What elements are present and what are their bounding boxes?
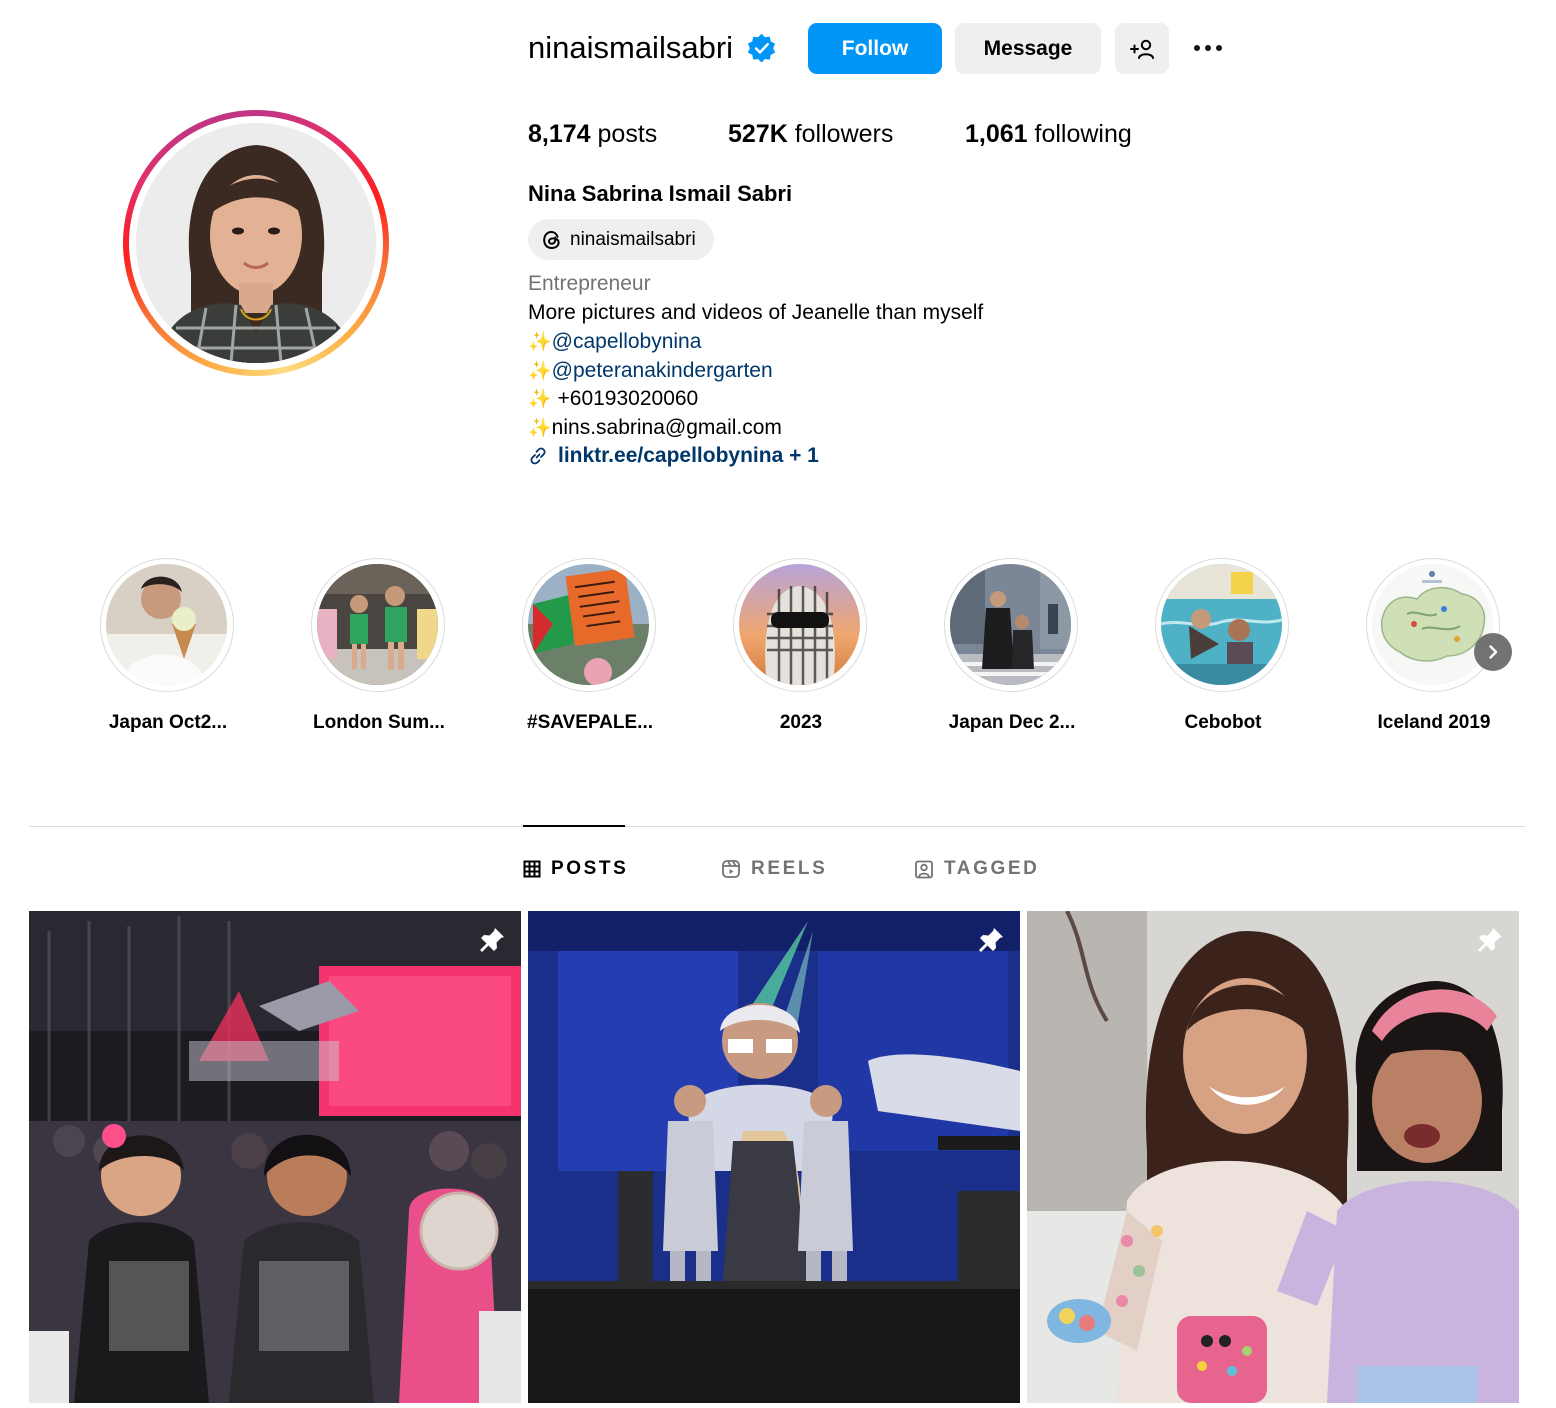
avatar[interactable]: [136, 123, 376, 363]
highlight-ring: [1366, 558, 1500, 692]
chevron-right-icon: [1489, 645, 1498, 659]
dot: [1194, 45, 1200, 51]
highlight-cover: [528, 564, 649, 685]
posts-count: 8,174 posts: [528, 116, 657, 152]
bio-line-email: ✨nins.sabrina@gmail.com: [528, 413, 782, 443]
reels-icon: [722, 860, 740, 878]
highlight-cover: [739, 564, 860, 685]
bio-line-mention: ✨@peteranakindergarten: [528, 356, 773, 386]
tabs-divider: [29, 826, 1525, 827]
highlight-cover: [1372, 564, 1493, 685]
dot: [1205, 45, 1211, 51]
posts-count-label: posts: [590, 120, 658, 148]
add-person-icon: [1130, 39, 1154, 59]
highlight-cover: [1161, 564, 1282, 685]
highlight-cover: [317, 564, 438, 685]
highlight-label: Cebobot: [1184, 712, 1262, 733]
tab-reels-label: REELS: [751, 858, 828, 879]
tab-posts[interactable]: POSTS: [523, 853, 628, 885]
link-icon: [530, 447, 546, 465]
followers-count[interactable]: 527K followers: [728, 116, 893, 152]
external-link-text: linktr.ee/capellobynina + 1: [558, 444, 819, 467]
highlight-ring: [944, 558, 1078, 692]
threads-icon: [543, 230, 560, 249]
follow-button[interactable]: Follow: [808, 23, 942, 74]
phone-number: +60193020060: [551, 387, 699, 410]
email-address: nins.sabrina@gmail.com: [551, 416, 782, 439]
sparkle-icon: ✨: [528, 361, 552, 382]
sparkle-icon: ✨: [528, 418, 552, 439]
following-count[interactable]: 1,061 following: [965, 116, 1132, 152]
mention-link[interactable]: @capellobynina: [552, 330, 702, 353]
post-thumbnail: [29, 911, 521, 1403]
followers-count-value: 527K: [728, 120, 788, 148]
post-tile[interactable]: [1027, 911, 1519, 1403]
profile-full-name: Nina Sabrina Ismail Sabri: [528, 181, 793, 206]
post-tile[interactable]: [528, 911, 1020, 1403]
tab-tagged[interactable]: TAGGED: [914, 853, 1039, 885]
bio-line: More pictures and videos of Jeanelle tha…: [528, 301, 984, 324]
tagged-icon: [915, 860, 933, 879]
following-count-value: 1,061: [965, 120, 1028, 148]
sparkle-icon: ✨: [528, 332, 552, 353]
highlights-next-button[interactable]: [1474, 633, 1512, 671]
highlight-ring: [522, 558, 656, 692]
threads-link[interactable]: ninaismailsabri: [528, 219, 714, 260]
dot: [1216, 45, 1222, 51]
highlight-cover: [106, 564, 227, 685]
message-button[interactable]: Message: [955, 23, 1101, 74]
sparkle-icon: ✨: [528, 389, 552, 410]
tab-tagged-label: TAGGED: [944, 858, 1040, 879]
bio-line-phone: ✨ +60193020060: [528, 384, 698, 414]
highlight-ring: [733, 558, 867, 692]
following-count-label: following: [1027, 120, 1132, 148]
mention-link[interactable]: @peteranakindergarten: [552, 359, 773, 382]
pinned-post-icon: [1478, 928, 1502, 952]
highlight-cover: [950, 564, 1071, 685]
pinned-post-icon: [979, 928, 1003, 952]
highlight-label: Iceland 2019: [1377, 712, 1491, 733]
bio-line-mention: ✨@capellobynina: [528, 327, 701, 357]
highlight-ring: [1155, 558, 1289, 692]
followers-count-label: followers: [787, 120, 894, 148]
posts-count-value: 8,174: [528, 120, 591, 148]
highlight-label: Japan Dec 2...: [948, 712, 1076, 733]
profile-category: Entrepreneur: [528, 272, 651, 295]
verified-badge-icon: [747, 33, 776, 63]
external-link[interactable]: linktr.ee/capellobynina + 1: [528, 441, 819, 471]
grid-icon: [523, 860, 541, 878]
active-tab-indicator: [523, 825, 625, 827]
tab-posts-label: POSTS: [551, 858, 629, 879]
pinned-post-icon: [480, 928, 504, 952]
highlight-label: Japan Oct2...: [108, 712, 228, 733]
highlight-ring: [100, 558, 234, 692]
post-thumbnail: [528, 911, 1020, 1403]
highlight-label: London Sum...: [313, 712, 445, 733]
post-tile[interactable]: [29, 911, 521, 1403]
tab-reels[interactable]: REELS: [721, 853, 827, 885]
post-thumbnail: [1027, 911, 1519, 1403]
profile-username: ninaismailsabri: [528, 30, 734, 65]
threads-handle: ninaismailsabri: [570, 228, 696, 250]
suggest-similar-button[interactable]: [1115, 23, 1169, 74]
highlight-label: #SAVEPALE...: [527, 712, 653, 733]
more-options-button[interactable]: [1183, 32, 1233, 64]
highlight-label: 2023: [779, 712, 823, 733]
highlight-ring: [311, 558, 445, 692]
